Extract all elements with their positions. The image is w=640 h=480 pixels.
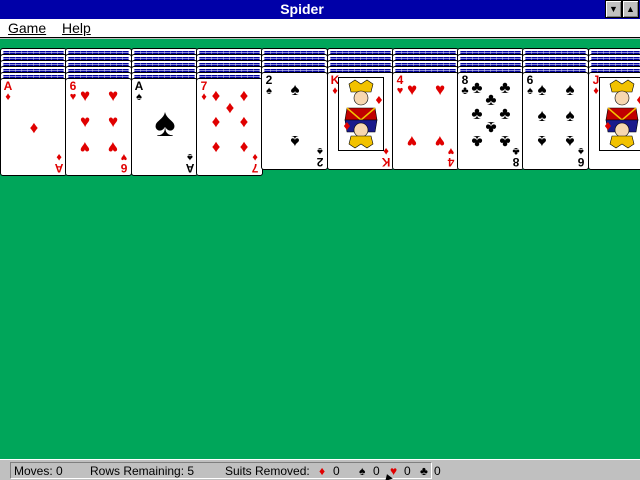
minimize-button[interactable]: ▼: [605, 0, 622, 18]
card-rank-bottom: A ♠: [185, 151, 195, 175]
suit-pip: ♠: [565, 106, 575, 125]
suit-pip: ♥: [79, 138, 91, 157]
face-up-card[interactable]: J♦J♦♦♦: [588, 72, 640, 170]
menu-game[interactable]: Game: [8, 20, 46, 37]
suit-pip: ♦: [239, 138, 249, 157]
card-rank-bottom: A ♦: [54, 151, 64, 175]
suit-pip: ♥: [406, 80, 418, 99]
title-bar: Spider ▼ ▲: [0, 0, 640, 19]
face-up-card[interactable]: 2 ♠ 2 ♠ ♠ ♠: [261, 72, 328, 170]
svg-text:♦: ♦: [342, 120, 352, 133]
svg-text:♦: ♦: [603, 120, 613, 133]
spade-icon: ♠: [359, 464, 366, 478]
club-icon: ♣: [420, 464, 428, 478]
suit-pip: ♥: [107, 138, 119, 157]
suits-removed-label: Suits Removed:: [225, 464, 310, 478]
face-up-card[interactable]: 4 ♥ 4 ♥ ♥ ♥ ♥ ♥: [392, 72, 459, 170]
card-rank-bottom: 2 ♠: [316, 145, 324, 169]
svg-text:♦: ♦: [635, 94, 640, 107]
face-up-card[interactable]: 6 ♠ 6 ♠ ♠ ♠ ♠ ♠ ♠ ♠: [522, 72, 589, 170]
suit-pip: ♠: [537, 80, 547, 99]
suit-pip: ♥: [107, 86, 119, 105]
suit-pip: ♥: [79, 86, 91, 105]
suit-pip: ♣: [499, 132, 511, 151]
court-card-portrait: ♦♦: [599, 77, 640, 151]
face-up-card[interactable]: K ♦ K ♦ ♦ ♦: [327, 72, 394, 170]
status-panel: Moves: 0 Rows Remaining: 5 Suits Removed…: [10, 462, 441, 479]
court-card-portrait: ♦♦: [338, 77, 384, 151]
status-bar: Moves: 0 Rows Remaining: 5 Suits Removed…: [0, 459, 640, 480]
menu-bar: Game Help: [0, 19, 640, 38]
menu-help[interactable]: Help: [62, 20, 91, 37]
suit-removed-count: 0: [434, 464, 441, 478]
maximize-button[interactable]: ▲: [622, 0, 639, 18]
face-up-card[interactable]: A ♦ A ♦ ♦: [0, 78, 67, 176]
game-table: A ♦ A ♦ ♦ 6 ♥ 6 ♥ ♥ ♥ ♥ ♥ ♥ ♥ A ♠ A ♠ ♠ 7 ♦ 7 ♦ ♦ ♦ ♦ ♦ ♦ ♦ ♦ 2 ♠ 2 ♠ ♠ ♠ K ♦ K…: [0, 39, 640, 459]
card-rank: A ♦: [3, 79, 13, 103]
diamond-icon: ♦: [319, 464, 326, 478]
suit-pip: ♦: [239, 112, 249, 131]
suit-pip: ♠: [565, 80, 575, 99]
suit-pip: ♠: [537, 106, 547, 125]
suit-removed-count: 0: [404, 464, 411, 478]
mouse-cursor: [383, 472, 393, 480]
card-rank: 2 ♠: [265, 73, 273, 97]
ace-of-spades-emblem: ♠: [154, 101, 176, 145]
face-up-card[interactable]: 6 ♥ 6 ♥ ♥ ♥ ♥ ♥ ♥ ♥: [65, 78, 132, 176]
suit-pip: ♦: [211, 112, 221, 131]
suit-pip: ♠: [290, 80, 300, 99]
suit-pip: ♥: [107, 112, 119, 131]
suit-removed-count: 0: [373, 464, 380, 478]
svg-text:♦: ♦: [374, 94, 383, 107]
rows-remaining: Rows Remaining: 5: [90, 464, 195, 478]
suit-pip: ♠: [537, 132, 547, 151]
suit-removed-count: 0: [333, 464, 340, 478]
face-up-card[interactable]: A ♠ A ♠ ♠: [131, 78, 198, 176]
window-title: Spider: [280, 1, 324, 17]
moves-count: Moves: 0: [14, 464, 63, 478]
suit-pip: ♥: [79, 112, 91, 131]
face-up-card[interactable]: 7 ♦ 7 ♦ ♦ ♦ ♦ ♦ ♦ ♦ ♦: [196, 78, 263, 176]
suit-pip: ♥: [434, 132, 446, 151]
suit-pip: ♥: [406, 132, 418, 151]
suit-pip: ♦: [29, 118, 39, 137]
suit-pip: ♣: [471, 132, 483, 151]
suit-pip: ♦: [211, 138, 221, 157]
suit-pip: ♥: [434, 80, 446, 99]
face-up-card[interactable]: 8 ♣ 8 ♣ ♣ ♣ ♣ ♣ ♣ ♣ ♣ ♣: [457, 72, 524, 170]
suit-pip: ♠: [565, 132, 575, 151]
card-rank: A ♠: [134, 79, 144, 103]
suit-pip: ♠: [290, 132, 300, 151]
